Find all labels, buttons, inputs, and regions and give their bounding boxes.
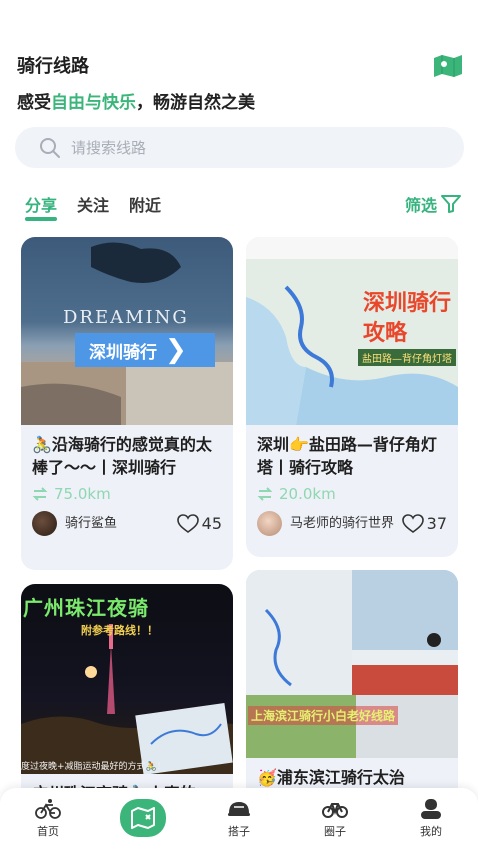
route-card-title: 🥳浦东滨江骑行太治 — [257, 768, 405, 787]
distance-icon — [257, 487, 273, 501]
like-count: 45 — [201, 514, 222, 533]
chevron-right-icon: ❯ — [165, 335, 187, 365]
avatar[interactable] — [257, 511, 282, 536]
page-header: 骑行线路 — [17, 52, 464, 78]
image-caption: 广州珠江夜骑 — [23, 596, 149, 620]
map-icon[interactable] — [432, 54, 464, 78]
page-subtitle: 感受自由与快乐，畅游自然之美 — [17, 93, 255, 113]
heart-icon — [176, 513, 199, 533]
bicycle-icon — [322, 803, 348, 818]
route-card[interactable]: 深圳骑行攻略 盐田路—背仔角灯塔 深圳👉盐田路—背仔角灯塔丨骑行攻略 20.0k… — [246, 237, 458, 557]
tab-follow[interactable]: 关注 — [77, 192, 109, 216]
route-card-footer: 骑行鲨鱼 45 — [21, 503, 233, 536]
image-caption-banner: 深圳骑行 ❯ — [75, 333, 215, 367]
route-card[interactable]: DREAMING 深圳骑行 ❯ 🚴沿海骑行的感觉真的太棒了～～丨深圳骑行 75.… — [21, 237, 233, 570]
like-button[interactable]: 37 — [401, 513, 447, 534]
tab-nearby[interactable]: 附近 — [129, 192, 161, 216]
author-name[interactable]: 马老师的骑行世界 — [290, 515, 402, 532]
search-placeholder: 请搜索线路 — [71, 139, 147, 157]
avatar[interactable] — [32, 511, 57, 536]
route-card-title: 深圳👉盐田路—背仔角灯塔丨骑行攻略 — [257, 435, 437, 477]
bike-icon — [35, 799, 61, 819]
image-caption: 深圳骑行攻略 — [363, 291, 452, 346]
route-card-footer: 马老师的骑行世界 37 — [246, 503, 458, 536]
user-icon — [421, 799, 441, 819]
coast-photo — [21, 242, 233, 425]
author-name[interactable]: 骑行鲨鱼 — [65, 515, 177, 532]
distance-icon — [32, 487, 48, 501]
bottom-tab-bar: 首页 搭子 圈子 我的 — [0, 788, 478, 850]
search-input[interactable]: 请搜索线路 — [15, 127, 464, 168]
route-distance: 20.0km — [246, 479, 458, 503]
map-route-icon — [131, 807, 155, 829]
route-card-image: DREAMING 深圳骑行 ❯ — [21, 237, 233, 425]
tab-partner[interactable]: 搭子 — [209, 798, 269, 839]
filter-label: 筛选 — [404, 196, 437, 215]
route-card-image: 深圳骑行攻略 盐田路—背仔角灯塔 — [246, 237, 458, 425]
route-card-image: 上海滨江骑行小白老好线路 — [246, 570, 458, 758]
heart-icon — [401, 513, 424, 533]
riverside-photo — [246, 570, 458, 758]
like-count: 37 — [426, 514, 447, 533]
tab-circle[interactable]: 圈子 — [305, 798, 365, 839]
image-subcaption: 附参考路线！！ — [81, 624, 158, 637]
tab-home[interactable]: 首页 — [18, 798, 78, 839]
filter-button[interactable]: 筛选 — [405, 192, 461, 216]
tab-share[interactable]: 分享 — [25, 192, 58, 221]
feed-tabs: 分享 关注 附近 — [25, 192, 161, 221]
image-caption: 上海滨江骑行小白老好线路 — [248, 706, 399, 725]
image-subcaption: 盐田路—背仔角灯塔 — [358, 349, 456, 366]
image-footer-text: 度过夜晚+减脂运动最好的方式🚴！ — [21, 762, 166, 772]
filter-icon — [441, 195, 461, 213]
image-watermark-text: DREAMING — [63, 307, 189, 328]
route-distance: 75.0km — [21, 479, 233, 503]
page-title: 骑行线路 — [17, 56, 89, 77]
route-card-title: 🚴沿海骑行的感觉真的太棒了～～丨深圳骑行 — [32, 435, 212, 477]
helmet-icon — [228, 802, 250, 816]
tab-profile[interactable]: 我的 — [401, 798, 461, 839]
route-card-image: 广州珠江夜骑 附参考路线！！ 度过夜晚+减脂运动最好的方式🚴！ — [21, 584, 233, 774]
like-button[interactable]: 45 — [176, 513, 222, 534]
search-icon — [40, 137, 60, 158]
route-map-button[interactable] — [120, 799, 166, 837]
